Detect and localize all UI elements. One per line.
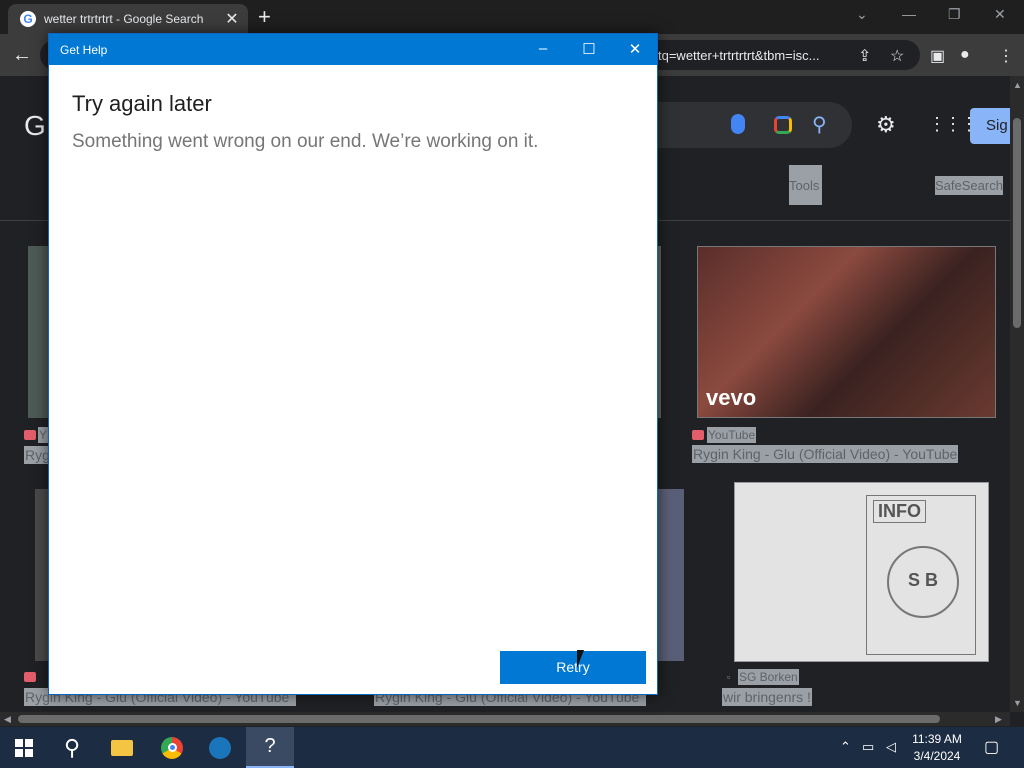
restore-icon[interactable]: ❐ <box>948 6 961 23</box>
microphone-icon[interactable] <box>731 114 745 134</box>
close-tab-icon[interactable]: ✕ <box>224 9 240 29</box>
youtube-icon <box>24 672 36 682</box>
search-icon[interactable]: ⚲ <box>812 112 827 137</box>
google-lens-icon[interactable] <box>774 116 792 134</box>
result-thumbnail[interactable] <box>658 489 684 661</box>
vevo-logo: vevo <box>706 385 757 410</box>
window-title: Get Help <box>60 43 108 57</box>
windows-logo-icon <box>15 738 33 757</box>
apps-grid-icon[interactable]: ⋮⋮⋮ <box>928 114 978 135</box>
minimize-icon[interactable]: — <box>902 6 916 22</box>
result-title[interactable]: Ryg <box>24 446 51 464</box>
chrome-taskbar-button[interactable] <box>148 727 196 768</box>
vertical-scrollbar[interactable]: ▲ ▼ <box>1010 76 1024 712</box>
result-thumbnail-video[interactable]: vevo <box>697 246 996 418</box>
scroll-down-icon[interactable]: ▼ <box>1013 698 1022 708</box>
new-tab-button[interactable]: + <box>258 6 271 28</box>
file-explorer-button[interactable] <box>98 727 146 768</box>
address-bar-url[interactable]: tq=wetter+trtrtrtrt&tbm=isc... <box>658 48 819 63</box>
more-menu-icon[interactable]: ⋮ <box>998 46 1014 66</box>
minimize-icon[interactable]: – <box>533 40 553 57</box>
horizontal-scrollbar[interactable]: ◀ ▶ <box>0 712 1010 726</box>
mouse-pointer-icon <box>577 650 584 668</box>
tab-title: wetter trtrtrtrt - Google Search <box>44 12 204 26</box>
info-heading: INFO <box>873 500 926 523</box>
maximize-icon[interactable]: ☐ <box>579 40 599 58</box>
volume-muted-icon[interactable]: ◁ <box>886 739 896 755</box>
start-button[interactable] <box>0 727 48 768</box>
result-source[interactable]: SG Borken <box>738 669 799 685</box>
result-thumbnail[interactable] <box>28 246 48 418</box>
desktop: G wetter trtrtrtrt - Google Search ✕ + ⌄… <box>0 0 1024 768</box>
scrollbar-thumb[interactable] <box>1013 118 1021 328</box>
close-icon[interactable]: ✕ <box>625 40 645 58</box>
get-help-icon: ? <box>264 735 276 757</box>
browser-tab-strip: G wetter trtrtrtrt - Google Search ✕ + ⌄… <box>0 0 1024 34</box>
share-icon[interactable]: ⇪ <box>858 46 871 66</box>
windows-taskbar: ⚲ ? ⌃ ▭ ◁ 11:39 AM 3/4/2024 ▢ <box>0 727 1024 768</box>
network-icon[interactable]: ▭ <box>862 739 874 755</box>
notifications-icon[interactable]: ▢ <box>984 737 999 757</box>
result-thumbnail[interactable] <box>658 246 661 418</box>
steam-icon <box>209 736 231 759</box>
safesearch-button[interactable]: SafeSearch <box>935 176 1003 195</box>
retry-button[interactable]: Retry <box>500 651 646 684</box>
system-clock[interactable]: 11:39 AM 3/4/2024 <box>902 731 972 765</box>
result-thumbnail-document[interactable]: INFO S B <box>734 482 989 662</box>
youtube-icon <box>24 430 36 440</box>
result-source[interactable]: YouTube <box>707 427 757 443</box>
close-window-icon[interactable]: ✕ <box>994 6 1006 23</box>
clock-time: 11:39 AM <box>912 732 962 746</box>
error-heading: Try again later <box>72 91 212 116</box>
scroll-right-icon[interactable]: ▶ <box>995 714 1002 725</box>
clock-date: 3/4/2024 <box>913 749 961 763</box>
youtube-icon <box>692 430 704 440</box>
chrome-icon <box>161 736 183 759</box>
tools-button[interactable]: Tools <box>789 165 822 205</box>
scroll-up-icon[interactable]: ▲ <box>1013 80 1022 90</box>
scroll-left-icon[interactable]: ◀ <box>4 714 11 725</box>
back-arrow-icon[interactable]: ← <box>12 44 32 67</box>
tab-search-icon[interactable]: ⌄ <box>856 6 868 23</box>
google-favicon-icon: G <box>20 11 36 27</box>
window-title-bar[interactable]: Get Help – ☐ ✕ <box>49 34 657 65</box>
result-source[interactable]: Y <box>38 427 49 443</box>
site-favicon-icon: ▫ <box>727 672 731 682</box>
bookmark-star-icon[interactable]: ☆ <box>890 46 904 66</box>
scrollbar-thumb[interactable] <box>18 715 940 723</box>
result-title[interactable]: wir bringenrs ! <box>722 688 812 706</box>
get-help-taskbar-button[interactable]: ? <box>246 727 294 768</box>
result-thumbnail[interactable] <box>35 489 48 661</box>
search-icon: ⚲ <box>63 734 81 760</box>
document-page-left <box>747 497 857 647</box>
club-seal-logo: S B <box>887 546 959 618</box>
steam-taskbar-button[interactable] <box>196 727 244 768</box>
browser-tab[interactable]: G wetter trtrtrtrt - Google Search ✕ <box>8 4 248 34</box>
settings-gear-icon[interactable]: ⚙ <box>876 112 896 138</box>
error-message: Something went wrong on our end. We’re w… <box>72 131 539 152</box>
side-panel-icon[interactable]: ▣ <box>930 46 945 66</box>
show-hidden-icons-icon[interactable]: ⌃ <box>840 739 851 755</box>
search-taskbar-button[interactable]: ⚲ <box>48 727 96 768</box>
folder-icon <box>111 739 133 756</box>
get-help-window: Get Help – ☐ ✕ Try again later Something… <box>48 33 658 695</box>
profile-avatar-icon[interactable]: ● <box>960 46 970 64</box>
document-page-right: INFO S B <box>866 495 976 655</box>
google-logo[interactable]: G <box>24 110 46 142</box>
result-title[interactable]: Rygin King - Glu (Official Video) - YouT… <box>692 445 959 463</box>
